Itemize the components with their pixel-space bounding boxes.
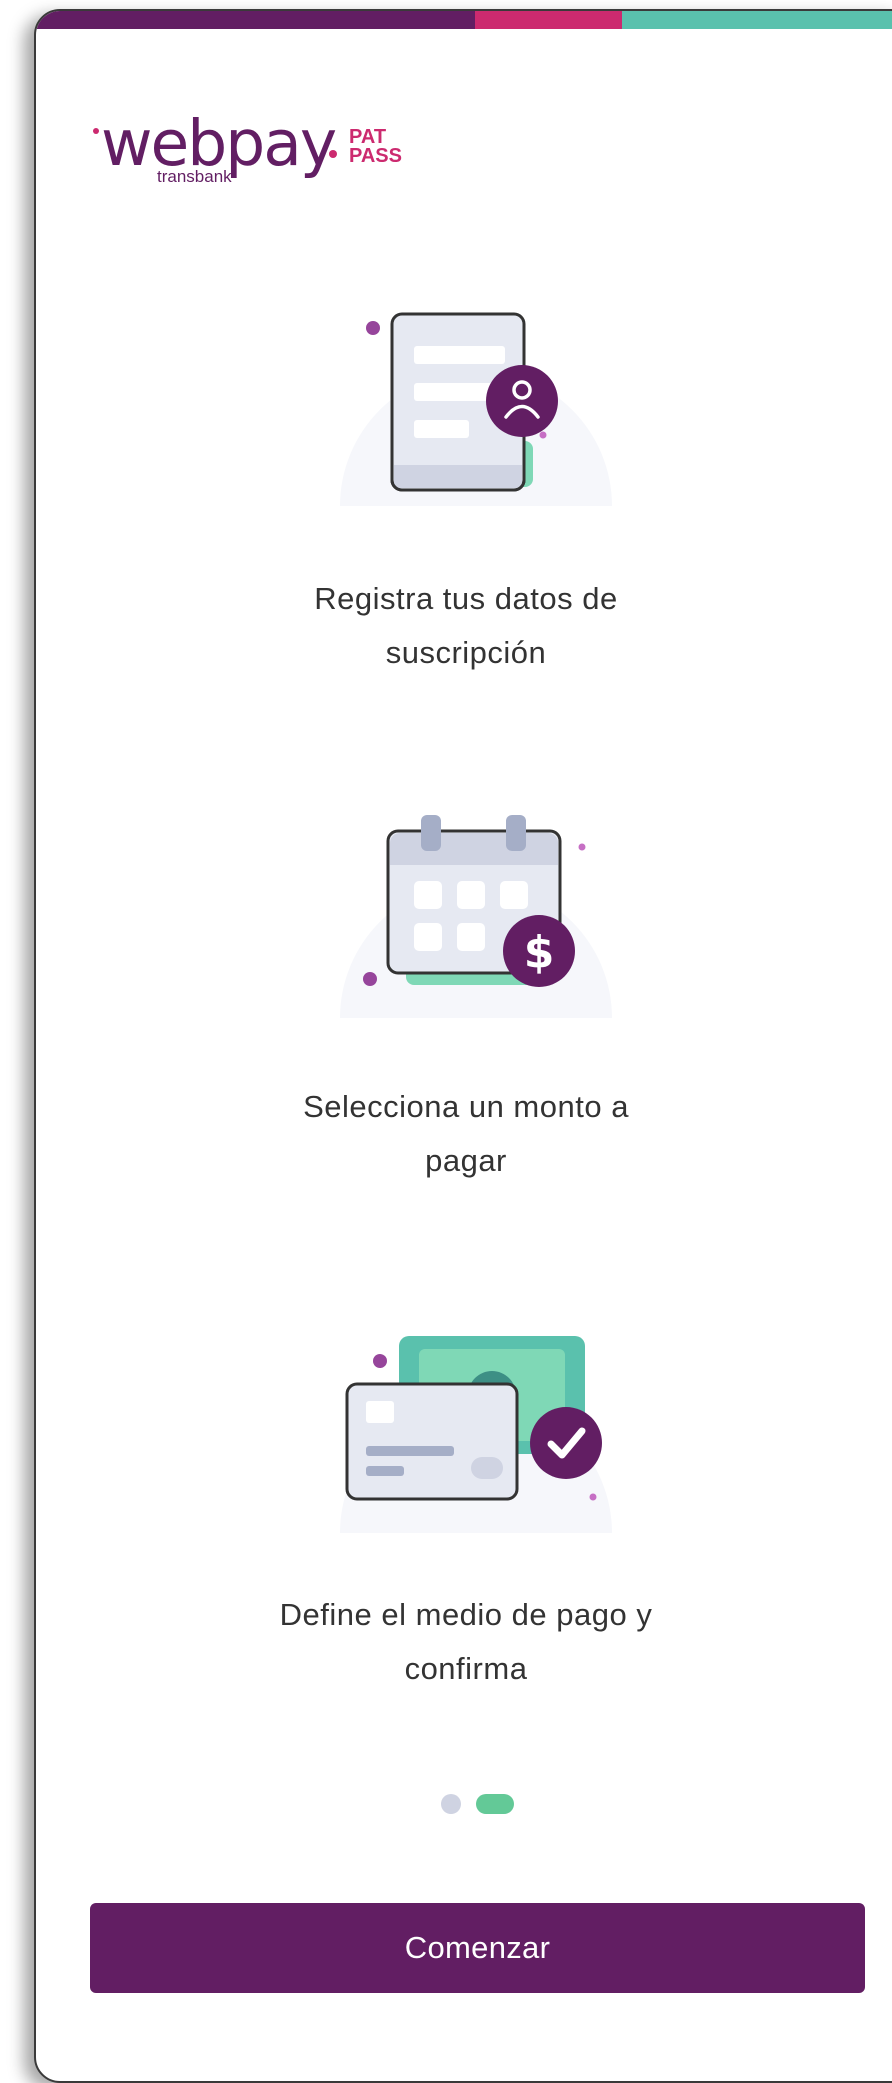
logo-dot	[93, 128, 99, 134]
start-button[interactable]: Comenzar	[90, 1903, 865, 1993]
card-cash-check-icon	[336, 1311, 616, 1541]
patpass-line-2: PASS	[349, 145, 402, 167]
document-user-icon	[336, 296, 616, 526]
step-register-line-2: suscripción	[385, 635, 547, 670]
page-dot-1[interactable]	[441, 1794, 461, 1814]
step-register-text: Registra tus datos de suscripción	[256, 572, 676, 680]
patpass-badge: PAT PASS	[349, 127, 402, 167]
calendar-dollar-icon: $	[336, 803, 616, 1033]
step-amount-line-2: pagar	[425, 1143, 507, 1178]
brand-bar-pink	[475, 11, 622, 29]
brand-color-bar	[36, 11, 892, 29]
svg-text:$: $	[524, 927, 555, 978]
step-amount-text: Selecciona un monto a pagar	[256, 1080, 676, 1188]
step-payment-line-2: confirma	[404, 1651, 528, 1686]
page-dot-2-active[interactable]	[476, 1794, 514, 1814]
onboarding-card: webpay transbank PAT PASS Registra tus d…	[34, 9, 892, 2083]
step-payment-text: Define el medio de pago y confirma	[256, 1588, 676, 1696]
step-payment-line-1: Define el medio de pago y	[279, 1597, 653, 1632]
step-register-line-1: Registra tus datos de	[314, 581, 618, 616]
brand-bar-purple	[36, 11, 475, 29]
brand-bar-teal	[622, 11, 892, 29]
step-amount-line-1: Selecciona un monto a	[303, 1089, 629, 1124]
logo-subtitle: transbank	[157, 167, 232, 186]
logo-period	[329, 150, 337, 158]
page-indicator	[36, 1794, 892, 1814]
webpay-logo: webpay transbank PAT PASS	[93, 106, 423, 196]
